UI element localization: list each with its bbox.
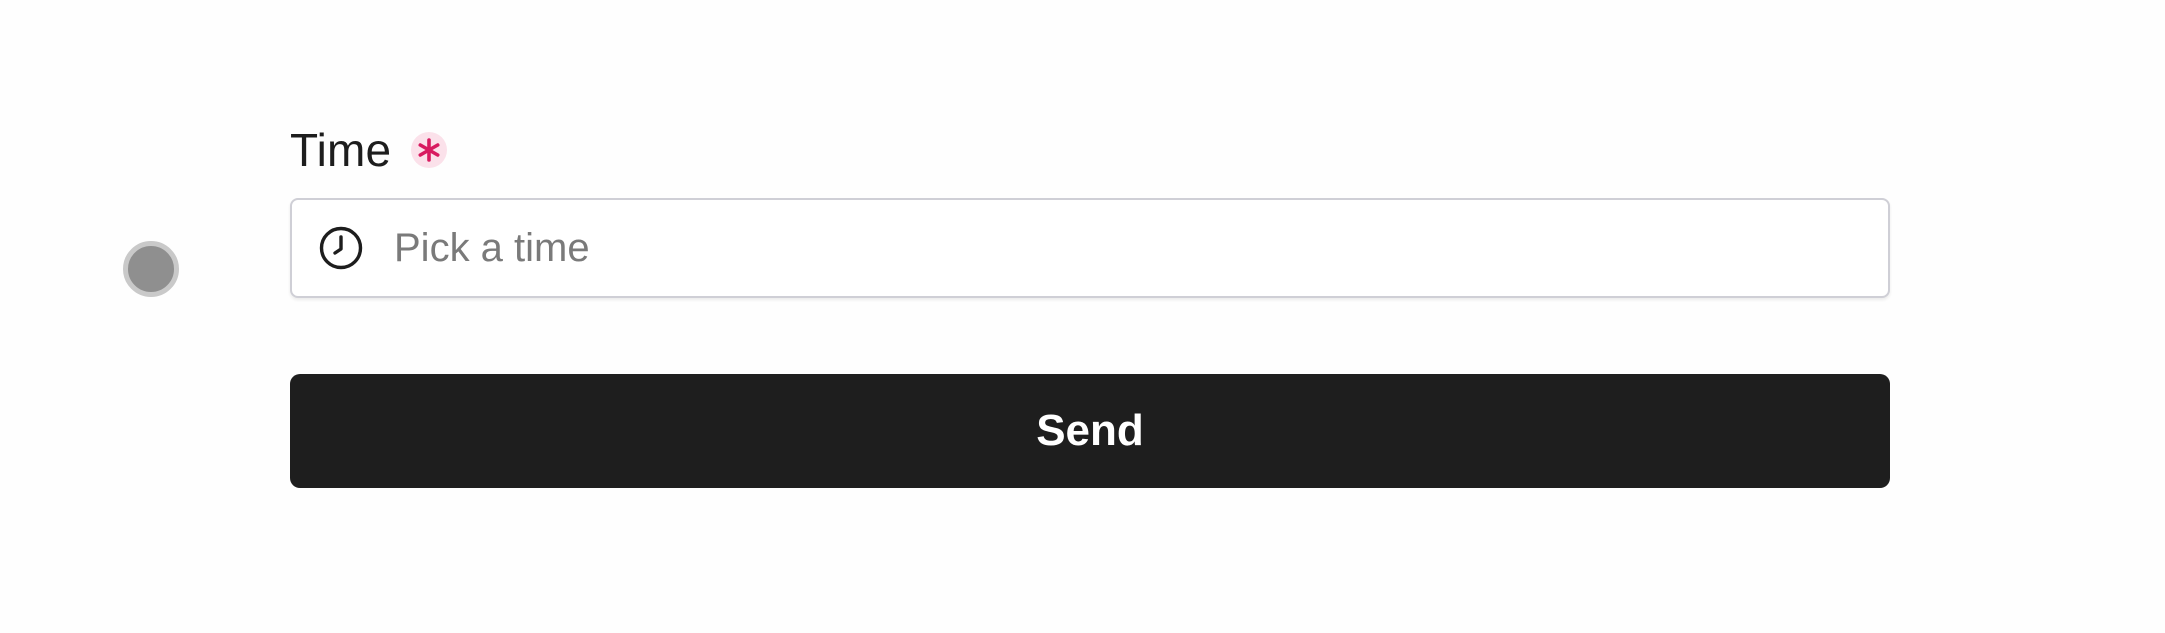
page: Time Pick a time Send xyxy=(0,0,2165,633)
required-asterisk-icon xyxy=(411,132,448,168)
time-field-label-row: Time xyxy=(290,120,1890,180)
time-input-placeholder: Pick a time xyxy=(394,225,590,270)
time-field-label: Time xyxy=(290,124,392,176)
time-picker-input[interactable]: Pick a time xyxy=(290,198,1890,298)
clock-icon xyxy=(319,226,363,270)
send-button[interactable]: Send xyxy=(290,374,1890,488)
cursor-indicator xyxy=(123,241,179,297)
time-form: Time Pick a time Send xyxy=(290,120,1890,488)
